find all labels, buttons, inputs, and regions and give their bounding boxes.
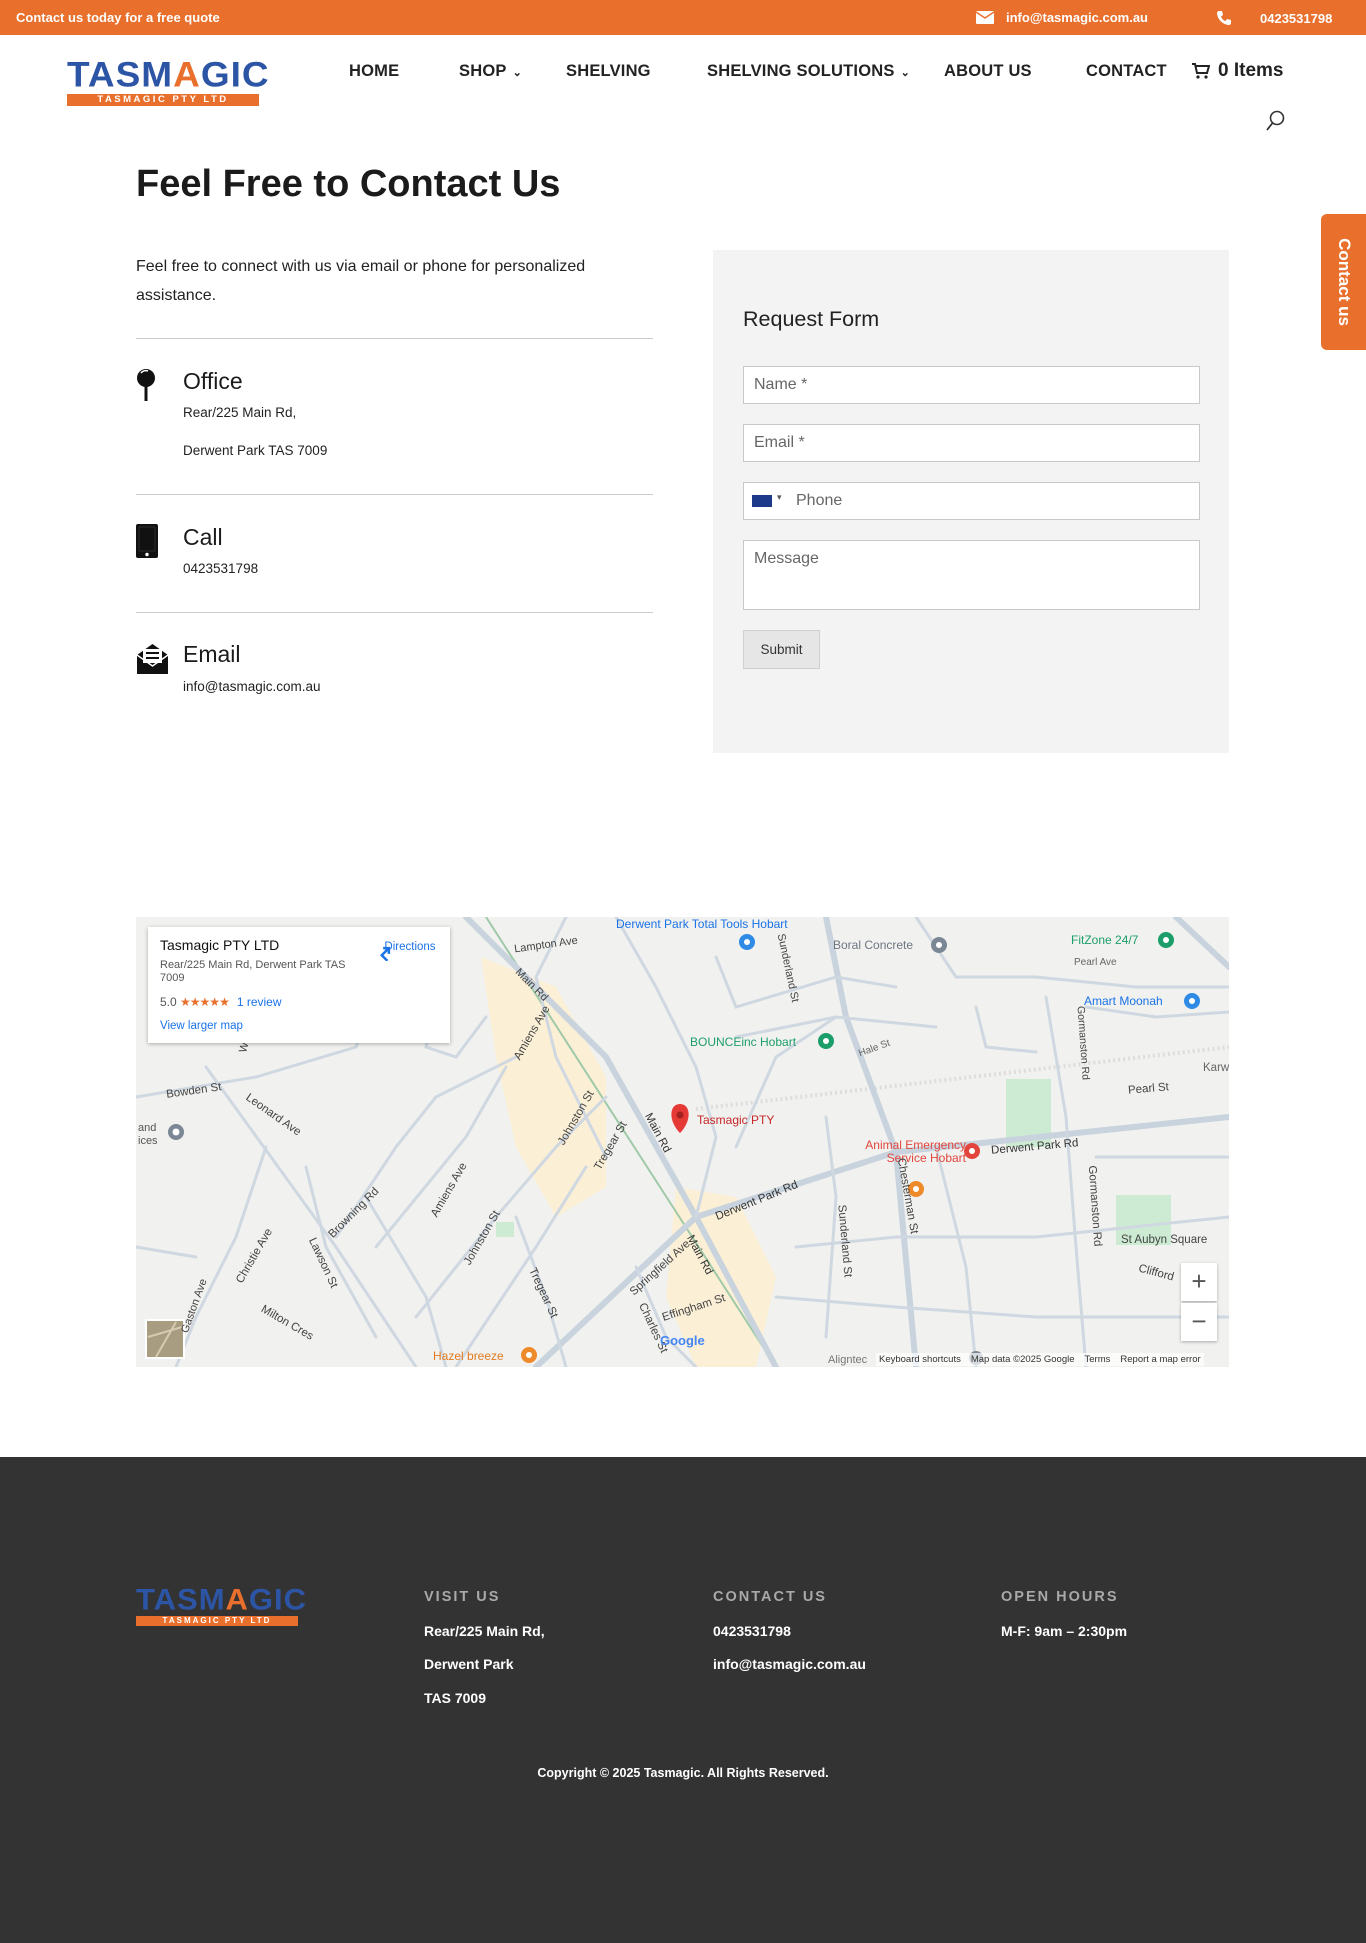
place-label[interactable]: Amart Moonah bbox=[1084, 994, 1163, 1008]
logo-wordmark: TASMAGIC bbox=[136, 1582, 308, 1617]
place-label[interactable]: FitZone 24/7 bbox=[1071, 933, 1138, 947]
visit-us-heading: VISIT US bbox=[424, 1589, 501, 1605]
cart-icon bbox=[1192, 63, 1210, 79]
phone-icon bbox=[1217, 11, 1231, 25]
street-label: ices bbox=[138, 1135, 158, 1147]
phone-input[interactable]: ▾ Phone bbox=[743, 482, 1200, 520]
footer-address-line-3: TAS 7009 bbox=[424, 1690, 486, 1706]
top-bar: Contact us today for a free quote info@t… bbox=[0, 0, 1366, 35]
footer-address-line-1: Rear/225 Main Rd, bbox=[424, 1623, 545, 1639]
site-footer bbox=[0, 1457, 1366, 1943]
contact-us-side-tab[interactable]: Contact us bbox=[1321, 214, 1366, 350]
email-title: Email bbox=[183, 641, 241, 667]
place-label[interactable]: Hazel breeze bbox=[433, 1349, 504, 1363]
map-data-text: Map data ©2025 Google bbox=[970, 1354, 1075, 1365]
nav-shop[interactable]: SHOP ⌄ bbox=[459, 62, 522, 81]
logo-wordmark: TASMAGIC bbox=[67, 55, 270, 94]
place-label[interactable]: Boral Concrete bbox=[833, 938, 913, 952]
office-address-line-2: Derwent Park TAS 7009 bbox=[183, 443, 328, 458]
message-textarea[interactable]: Message bbox=[743, 540, 1200, 610]
footer-phone-link[interactable]: 0423531798 bbox=[713, 1623, 791, 1639]
search-icon[interactable] bbox=[1266, 110, 1286, 132]
submit-button[interactable]: Submit bbox=[743, 630, 820, 669]
report-error-link[interactable]: Report a map error bbox=[1120, 1354, 1200, 1365]
logo-tagline: TASMAGIC PTY LTD bbox=[67, 94, 259, 106]
australia-flag-icon[interactable] bbox=[752, 495, 772, 507]
request-form: Request Form Name * Email * ▾ Phone Mess… bbox=[713, 250, 1229, 753]
zoom-out-button[interactable]: − bbox=[1181, 1303, 1217, 1341]
intro-text: Feel free to connect with us via email o… bbox=[136, 258, 586, 304]
nav-home[interactable]: HOME bbox=[349, 62, 399, 81]
nav-contact[interactable]: CONTACT bbox=[1086, 62, 1167, 81]
open-envelope-icon bbox=[136, 644, 169, 674]
street-label: Pearl Ave bbox=[1074, 957, 1117, 968]
topbar-email-link[interactable]: info@tasmagic.com.au bbox=[976, 10, 1148, 25]
page-title: Feel Free to Contact Us bbox=[136, 163, 561, 205]
street-label: Aligntec bbox=[828, 1354, 868, 1366]
map-rating: 5.0 ★★★★★ 1 review bbox=[160, 995, 282, 1009]
place-label[interactable]: BOUNCEinc Hobart bbox=[690, 1035, 796, 1049]
divider bbox=[136, 494, 653, 495]
footer-address-line-2: Derwent Park bbox=[424, 1656, 514, 1672]
site-logo[interactable]: TASMAGIC TASMAGIC PTY LTD bbox=[67, 55, 270, 106]
google-map[interactable]: Derwent Park Total Tools Hobart Boral Co… bbox=[136, 917, 1229, 1367]
open-hours-text: M-F: 9am – 2:30pm bbox=[1001, 1623, 1128, 1639]
footer-logo[interactable]: TASMAGIC TASMAGIC PTY LTD bbox=[136, 1582, 308, 1626]
chevron-down-icon: ▾ bbox=[777, 492, 782, 502]
office-address-line-1: Rear/225 Main Rd, bbox=[183, 405, 297, 420]
reviews-link[interactable]: 1 review bbox=[237, 995, 282, 1009]
directions-button[interactable]: Directions bbox=[376, 941, 444, 961]
logo-tagline: TASMAGIC PTY LTD bbox=[136, 1616, 298, 1626]
google-logo: Google bbox=[660, 1333, 705, 1348]
chevron-down-icon: ⌄ bbox=[900, 67, 910, 79]
place-label[interactable]: Derwent Park Total Tools Hobart bbox=[616, 917, 788, 931]
office-title: Office bbox=[183, 368, 243, 394]
email-link[interactable]: info@tasmagic.com.au bbox=[183, 679, 321, 694]
divider bbox=[136, 612, 653, 613]
keyboard-shortcuts-link[interactable]: Keyboard shortcuts bbox=[879, 1354, 961, 1365]
form-title: Request Form bbox=[743, 307, 880, 331]
nav-about[interactable]: ABOUT US bbox=[944, 62, 1032, 81]
call-title: Call bbox=[183, 524, 223, 550]
open-hours-heading: OPEN HOURS bbox=[1001, 1589, 1119, 1605]
topbar-phone-link[interactable]: 0423531798 bbox=[1216, 10, 1332, 26]
email-input[interactable]: Email * bbox=[743, 424, 1200, 462]
map-place-title: Tasmagic PTY LTD bbox=[160, 937, 280, 953]
nav-shelving[interactable]: SHELVING bbox=[566, 62, 651, 81]
map-place-address: Rear/225 Main Rd, Derwent Park TAS 7009 bbox=[160, 959, 346, 984]
chevron-down-icon: ⌄ bbox=[512, 67, 522, 79]
name-input[interactable]: Name * bbox=[743, 366, 1200, 404]
cart-link[interactable]: 0 Items bbox=[1192, 60, 1283, 82]
pin-label[interactable]: Tasmagic PTY bbox=[697, 1113, 774, 1127]
map-info-card: Tasmagic PTY LTD Rear/225 Main Rd, Derwe… bbox=[148, 927, 450, 1043]
divider bbox=[136, 338, 653, 339]
promo-text: Contact us today for a free quote bbox=[16, 10, 220, 25]
map-footer: Keyboard shortcuts Map data ©2025 Google… bbox=[876, 1353, 1204, 1366]
zoom-in-button[interactable]: + bbox=[1181, 1263, 1217, 1301]
directions-icon bbox=[379, 946, 391, 961]
street-label: St Aubyn Square bbox=[1121, 1234, 1208, 1246]
mobile-phone-icon bbox=[136, 524, 158, 558]
street-label: Karw bbox=[1203, 1062, 1229, 1074]
envelope-icon bbox=[976, 11, 994, 24]
terms-link[interactable]: Terms bbox=[1085, 1354, 1111, 1365]
star-icon: ★★★★★ bbox=[180, 995, 230, 1009]
view-larger-map-link[interactable]: View larger map bbox=[160, 1020, 243, 1032]
footer-email-link[interactable]: info@tasmagic.com.au bbox=[713, 1656, 866, 1672]
map-pin-icon bbox=[137, 369, 155, 401]
contact-us-heading: CONTACT US bbox=[713, 1589, 827, 1605]
nav-shelving-solutions[interactable]: SHELVING SOLUTIONS ⌄ bbox=[707, 62, 910, 81]
street-label: and bbox=[138, 1122, 157, 1134]
copyright-text: Copyright © 2025 Tasmagic. All Rights Re… bbox=[537, 1766, 829, 1780]
call-phone-link[interactable]: 0423531798 bbox=[183, 561, 258, 576]
